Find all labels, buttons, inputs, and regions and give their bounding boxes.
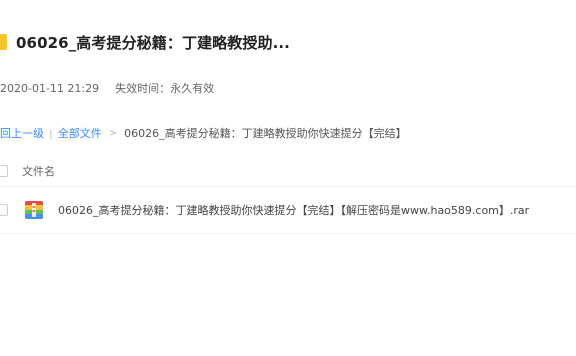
breadcrumb-current: 06026_高考提分秘籍：丁建略教授助你快速提分【完结】 xyxy=(124,127,407,140)
file-row[interactable]: 06026_高考提分秘籍：丁建略教授助你快速提分【完结】【解压密码是www.ha… xyxy=(0,187,576,234)
file-checkbox[interactable] xyxy=(0,204,8,216)
title-row: 06026_高考提分秘籍：丁建略教授助... xyxy=(0,30,290,54)
file-list-header: 文件名 xyxy=(0,156,576,187)
all-files-link[interactable]: 全部文件 xyxy=(58,125,102,141)
rar-archive-icon xyxy=(24,200,44,220)
back-link[interactable]: 回上一级 xyxy=(0,125,44,141)
folder-icon xyxy=(0,34,7,50)
select-all-checkbox[interactable] xyxy=(0,165,8,177)
share-meta: 2020-01-11 21:29 失效时间：永久有效 xyxy=(0,80,214,96)
page-title: 06026_高考提分秘籍：丁建略教授助... xyxy=(16,33,290,52)
expire-time: 失效时间：永久有效 xyxy=(115,82,215,95)
column-header-filename[interactable]: 文件名 xyxy=(22,163,55,179)
file-name-link[interactable]: 06026_高考提分秘籍：丁建略教授助你快速提分【完结】【解压密码是www.ha… xyxy=(58,202,529,218)
breadcrumb: 回上一级 | 全部文件 > 06026_高考提分秘籍：丁建略教授助你快速提分【完… xyxy=(0,125,407,141)
chevron-right-icon: > xyxy=(108,127,118,139)
share-page: 06026_高考提分秘籍：丁建略教授助... 2020-01-11 21:29 … xyxy=(0,0,576,356)
breadcrumb-separator: | xyxy=(49,126,53,140)
share-time: 2020-01-11 21:29 xyxy=(0,81,100,95)
